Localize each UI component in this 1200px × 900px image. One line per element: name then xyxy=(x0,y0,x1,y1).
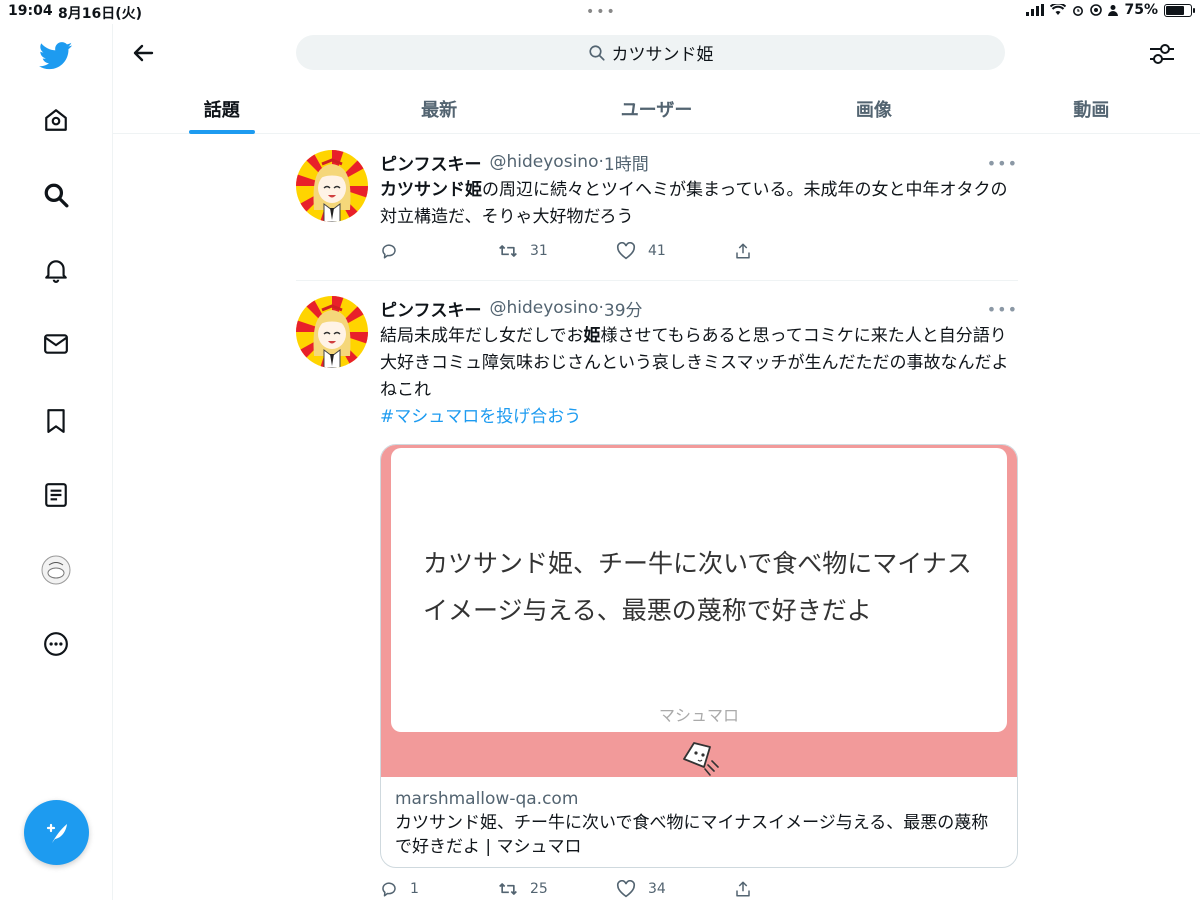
person-icon xyxy=(1108,5,1119,16)
tab-label: 話題 xyxy=(203,99,240,121)
tab-label: 画像 xyxy=(855,99,892,121)
tweet[interactable]: ピンフスキー @hideyosino · 1時間 ••• カツサンド姫の周辺に続… xyxy=(296,150,1018,281)
notifications-bell-icon[interactable] xyxy=(36,250,76,290)
heart-icon xyxy=(616,880,636,898)
reply-count: 1 xyxy=(410,881,419,897)
reply-icon xyxy=(382,244,396,259)
multitasking-dots-icon[interactable]: ••• xyxy=(586,4,617,20)
tab-label: 動画 xyxy=(1073,99,1110,121)
search-icon xyxy=(588,44,605,61)
compose-feather-icon xyxy=(46,823,67,843)
reply-button[interactable]: 1 xyxy=(380,880,498,898)
like-button[interactable]: 41 xyxy=(616,242,734,260)
retweet-icon xyxy=(499,245,517,257)
profile-avatar[interactable] xyxy=(36,550,76,590)
more-options-icon[interactable]: ••• xyxy=(987,300,1018,319)
retweet-button[interactable]: 25 xyxy=(498,880,616,898)
author-name[interactable]: ピンフスキー xyxy=(380,296,482,321)
status-bar: 19:04 8月16日(火) ••• 75% xyxy=(0,0,1200,24)
share-button[interactable] xyxy=(734,880,852,898)
tweet-text: 結局未成年だし女だしでお姫様させてもらあると思ってコミケに来た人と自分語り大好き… xyxy=(380,323,1018,404)
bookmarks-icon[interactable] xyxy=(36,401,76,441)
tweet-text-before: 結局未成年だし女だしでお xyxy=(380,326,584,346)
card-title: カツサンド姫、チー牛に次いで食べ物にマイナスイメージ与える、最悪の蔑称で好きだよ… xyxy=(395,813,989,857)
share-icon xyxy=(736,881,750,897)
reply-icon xyxy=(382,882,396,897)
tweet-body: ピンフスキー @hideyosino · 39分 ••• 結局未成年だし女だしで… xyxy=(380,296,1018,431)
card-image-panel: カツサンド姫、チー牛に次いで食べ物にマイナスイメージ与える、最悪の蔑称で好きだよ… xyxy=(391,448,1007,732)
like-count: 41 xyxy=(648,243,666,259)
messages-mail-icon[interactable] xyxy=(36,324,76,364)
tweet[interactable]: ピンフスキー @hideyosino · 39分 ••• 結局未成年だし女だしで… xyxy=(296,296,1018,900)
tweet-time[interactable]: 39分 xyxy=(604,296,643,321)
more-options-icon[interactable]: ••• xyxy=(987,154,1018,173)
reply-button[interactable] xyxy=(380,242,498,260)
card-question-text: カツサンド姫、チー牛に次いで食べ物にマイナスイメージ与える、最悪の蔑称で好きだよ xyxy=(423,549,972,625)
search-tabs: 話題 最新 ユーザー 画像 動画 xyxy=(113,84,1200,134)
share-button[interactable] xyxy=(734,242,852,260)
status-indicators: 75% xyxy=(1026,2,1195,18)
tweet-actions: 1 25 34 xyxy=(380,880,852,898)
card-domain: marshmallow-qa.com xyxy=(395,789,579,809)
tweet-header: ピンフスキー @hideyosino · 39分 xyxy=(380,296,1018,321)
like-button[interactable]: 34 xyxy=(616,880,734,898)
author-handle[interactable]: @hideyosino xyxy=(490,152,599,172)
retweet-button[interactable]: 31 xyxy=(498,242,616,260)
share-icon xyxy=(736,243,750,259)
tab-people[interactable]: ユーザー xyxy=(548,84,765,133)
tweet-author-avatar[interactable] xyxy=(296,150,368,222)
card-info: marshmallow-qa.com カツサンド姫、チー牛に次いで食べ物にマイナ… xyxy=(381,777,1017,867)
tab-label: 最新 xyxy=(421,99,458,121)
wifi-icon xyxy=(1050,4,1067,15)
tweet-actions: 31 41 xyxy=(380,242,852,260)
cellular-signal-icon xyxy=(1026,4,1045,16)
tab-active-indicator xyxy=(188,130,255,134)
status-date: 8月16日(火) xyxy=(58,6,143,22)
tweet-time[interactable]: 1時間 xyxy=(604,150,649,175)
retweet-count: 25 xyxy=(530,881,548,897)
tab-latest[interactable]: 最新 xyxy=(330,84,547,133)
search-filter-button[interactable] xyxy=(1146,38,1178,70)
search-filter-icon xyxy=(1150,44,1174,64)
more-options-icon[interactable] xyxy=(36,624,76,664)
twitter-logo-icon[interactable] xyxy=(36,36,76,76)
retweet-count: 31 xyxy=(530,243,548,259)
marshmallow-mascot-icon xyxy=(683,742,719,776)
search-highlight: 姫 xyxy=(583,326,601,346)
link-card[interactable]: カツサンド姫、チー牛に次いで食べ物にマイナスイメージ与える、最悪の蔑称で好きだよ… xyxy=(380,444,1018,868)
tab-photos[interactable]: 画像 xyxy=(765,84,982,133)
like-count: 34 xyxy=(648,881,666,897)
tab-top[interactable]: 話題 xyxy=(113,84,330,134)
tweet-body: ピンフスキー @hideyosino · 1時間 ••• カツサンド姫の周辺に続… xyxy=(380,150,1018,260)
card-brand-label: マシュマロ xyxy=(658,706,739,725)
author-name[interactable]: ピンフスキー xyxy=(380,150,482,175)
explore-search-icon[interactable] xyxy=(36,175,76,215)
home-icon[interactable] xyxy=(36,100,76,140)
at-icon xyxy=(1090,4,1103,16)
back-arrow-icon xyxy=(133,44,154,62)
search-highlight: カツサンド姫 xyxy=(380,180,482,200)
battery-icon xyxy=(1164,3,1195,17)
alarm-icon xyxy=(1073,6,1084,16)
battery-fill xyxy=(1166,5,1184,15)
retweet-icon xyxy=(499,883,517,895)
author-handle[interactable]: @hideyosino xyxy=(490,298,599,318)
status-time: 19:04 xyxy=(8,3,53,19)
search-query[interactable]: カツサンド姫 xyxy=(612,40,714,65)
tab-label: ユーザー xyxy=(620,99,693,121)
heart-icon xyxy=(616,242,636,260)
tweet-divider xyxy=(296,280,1018,281)
tab-videos[interactable]: 動画 xyxy=(983,84,1200,133)
hashtag-link[interactable]: #マシュマロを投げ合おう xyxy=(380,404,1018,431)
tweet-text: カツサンド姫の周辺に続々とツイヘミが集まっている。未成年の女と中年オタクの対立構… xyxy=(380,177,1018,231)
tweet-author-avatar[interactable] xyxy=(296,296,368,368)
card-image: カツサンド姫、チー牛に次いで食べ物にマイナスイメージ与える、最悪の蔑称で好きだよ… xyxy=(381,445,1017,777)
battery-percent: 75% xyxy=(1124,2,1158,18)
search-bar[interactable]: カツサンド姫 xyxy=(296,35,1005,70)
tweet-header: ピンフスキー @hideyosino · 1時間 xyxy=(380,150,1018,175)
sidebar xyxy=(0,24,113,900)
back-button[interactable] xyxy=(128,38,158,68)
compose-tweet-button[interactable] xyxy=(24,800,89,865)
lists-icon[interactable] xyxy=(36,475,76,515)
